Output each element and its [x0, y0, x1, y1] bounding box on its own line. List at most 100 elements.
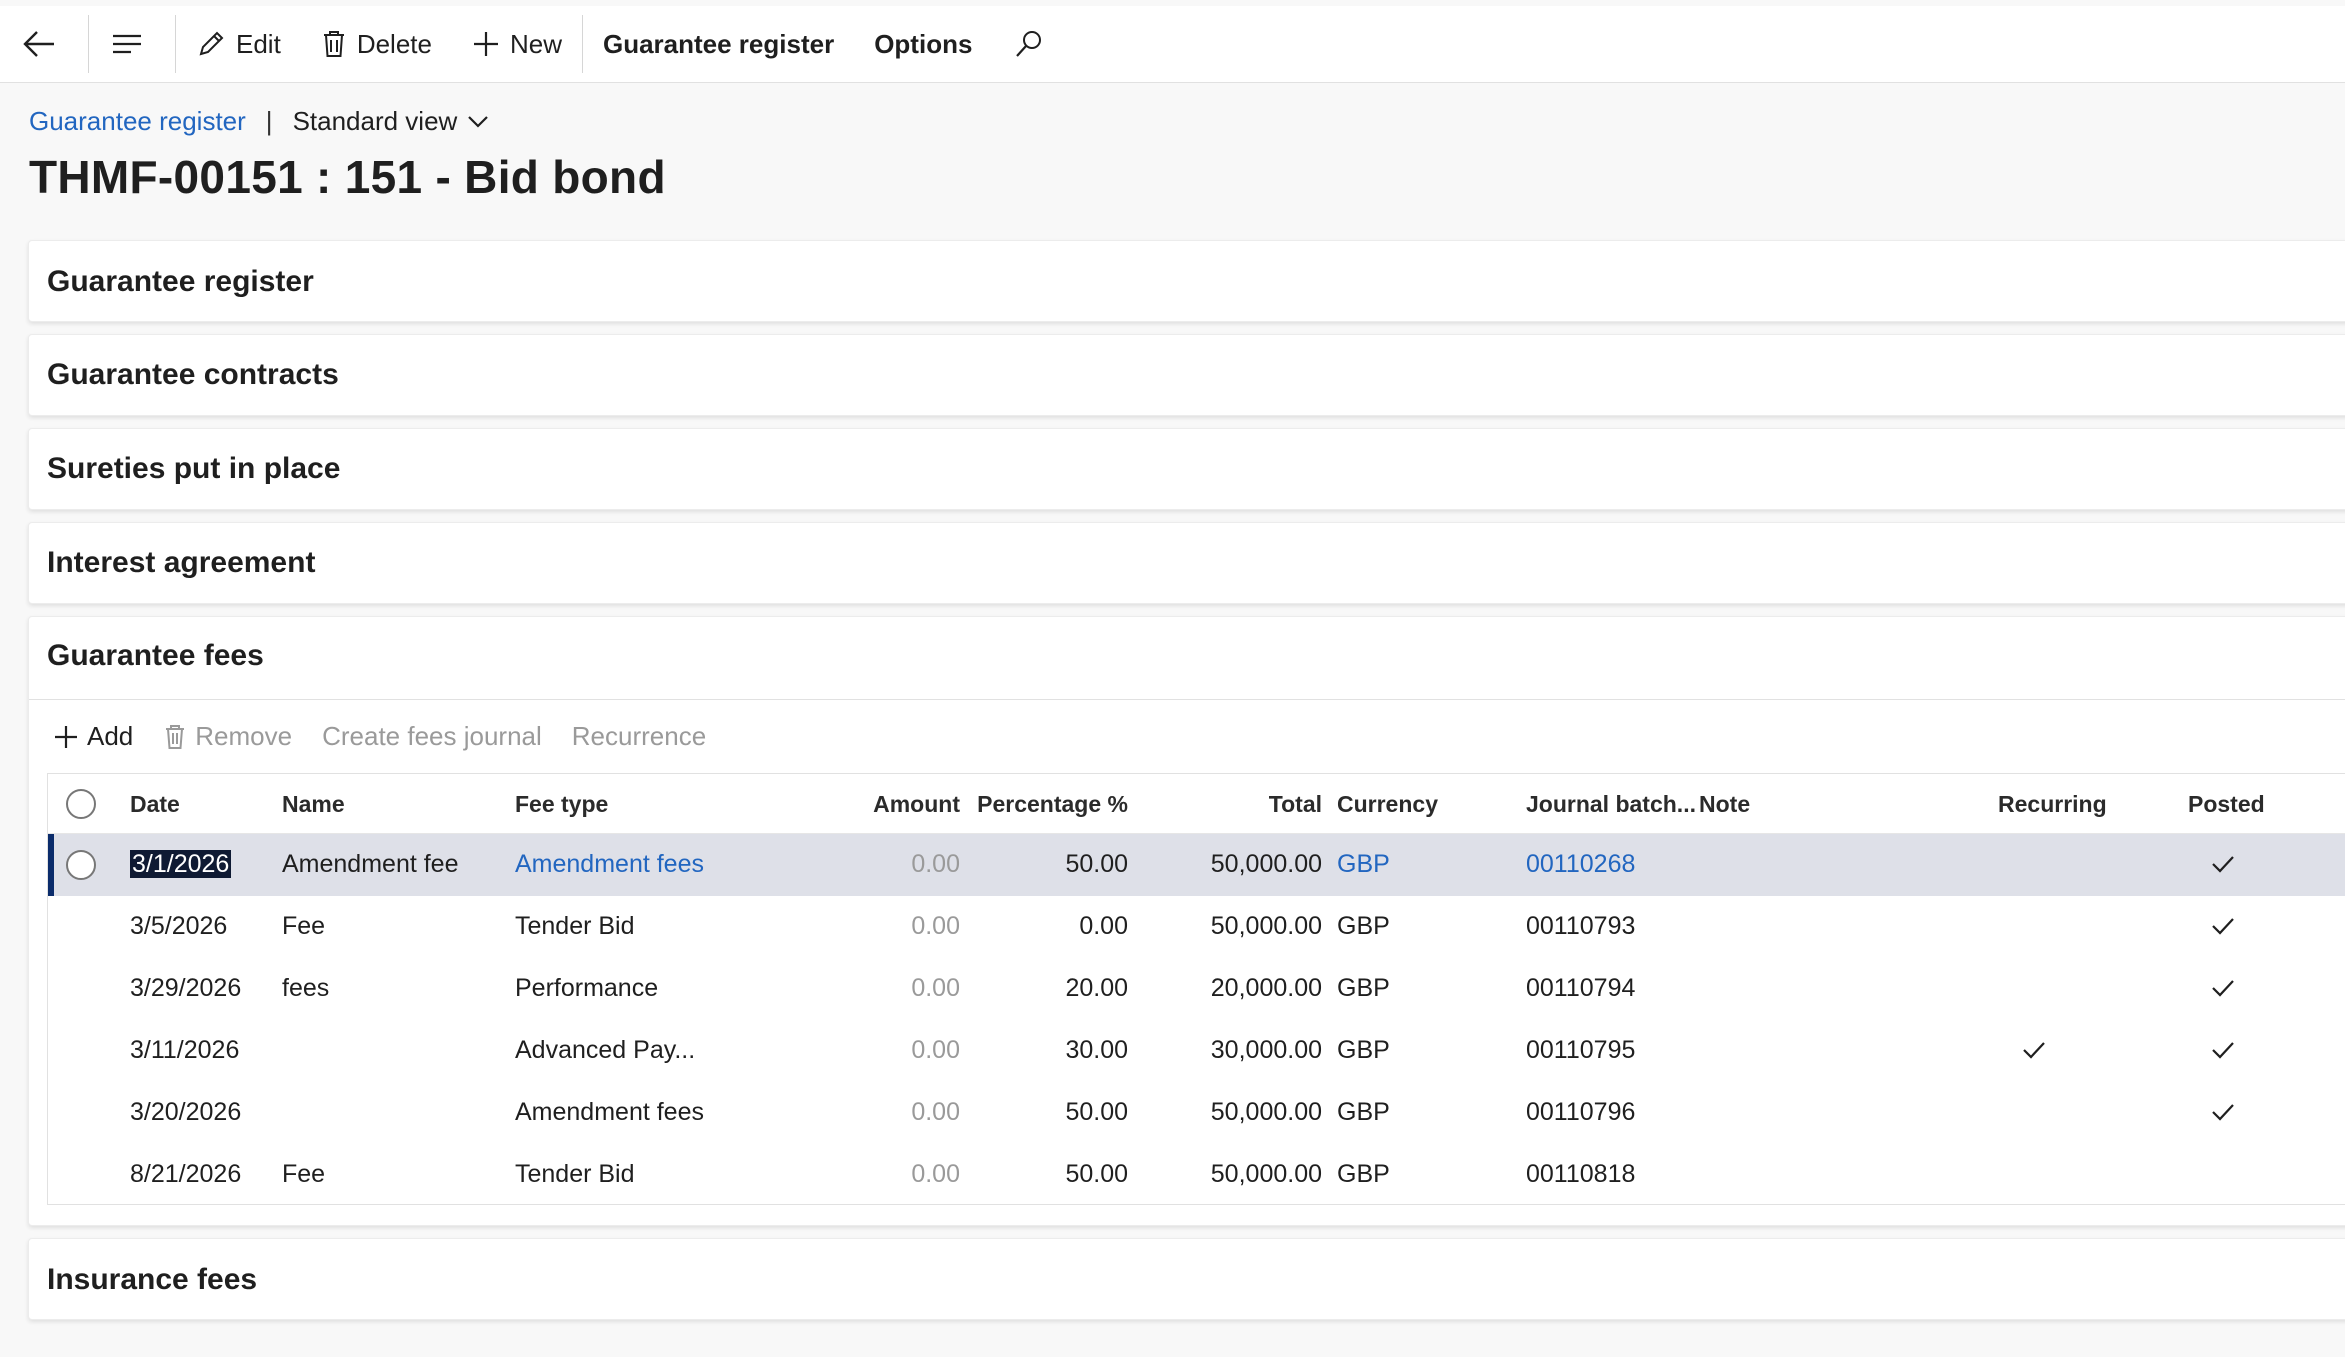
- remove-fee-button[interactable]: Remove: [163, 721, 292, 752]
- fee-type-cell[interactable]: Advanced Pay...: [515, 1036, 695, 1065]
- view-selector[interactable]: Standard view: [293, 106, 490, 137]
- section-interest-agreement[interactable]: Interest agreement: [28, 522, 2345, 604]
- date-cell[interactable]: 8/21/2026: [130, 1160, 241, 1189]
- date-cell[interactable]: 3/11/2026: [130, 1036, 239, 1065]
- menu-button[interactable]: [89, 6, 175, 83]
- percentage-cell[interactable]: 30.00: [968, 1036, 1128, 1065]
- guarantee-register-tab[interactable]: Guarantee register: [583, 6, 854, 83]
- currency-cell[interactable]: GBP: [1337, 1160, 1390, 1189]
- journal-batch-cell[interactable]: 00110794: [1526, 974, 1635, 1003]
- journal-batch-cell[interactable]: 00110793: [1526, 912, 1635, 941]
- table-row[interactable]: 3/11/2026 Advanced Pay... 0.00 30.00 30,000.…: [48, 1020, 2345, 1082]
- breadcrumb-link[interactable]: Guarantee register: [29, 106, 246, 137]
- section-guarantee-contracts[interactable]: Guarantee contracts: [28, 334, 2345, 416]
- name-cell[interactable]: Fee: [282, 912, 325, 941]
- journal-batch-cell[interactable]: 00110795: [1526, 1036, 1635, 1065]
- date-cell[interactable]: 3/29/2026: [130, 974, 241, 1003]
- add-label: Add: [87, 721, 134, 751]
- journal-batch-cell[interactable]: 00110818: [1526, 1160, 1635, 1189]
- table-row[interactable]: 8/21/2026 Fee Tender Bid 0.00 50.00 50,000.00…: [48, 1144, 2345, 1206]
- date-cell[interactable]: 3/1/2026: [130, 850, 232, 878]
- options-tab-label: Options: [874, 28, 973, 59]
- column-header-total[interactable]: Total: [1148, 791, 1322, 818]
- create-fees-journal-button[interactable]: Create fees journal: [322, 721, 542, 752]
- section-title: Guarantee register: [47, 265, 314, 298]
- name-cell[interactable]: Fee: [282, 1160, 325, 1189]
- section-insurance-fees[interactable]: Insurance fees: [28, 1238, 2345, 1320]
- column-header-amount[interactable]: Amount: [828, 791, 960, 818]
- column-header-fee-type[interactable]: Fee type: [515, 791, 608, 818]
- table-row[interactable]: 3/5/2026 Fee Tender Bid 0.00 0.00 50,000.00 GB…: [48, 896, 2345, 958]
- total-cell[interactable]: 50,000.00: [1148, 850, 1322, 879]
- select-all-radio[interactable]: [66, 789, 96, 819]
- back-button[interactable]: [0, 6, 88, 83]
- column-header-posted[interactable]: Posted: [2188, 791, 2265, 818]
- section-guarantee-register[interactable]: Guarantee register: [28, 240, 2345, 322]
- date-cell[interactable]: 3/20/2026: [130, 1098, 241, 1127]
- column-header-recurring[interactable]: Recurring: [1998, 791, 2107, 818]
- page-title: THMF-00151 : 151 - Bid bond: [29, 151, 666, 203]
- journal-batch-cell[interactable]: 00110268: [1526, 850, 1635, 879]
- percentage-cell[interactable]: 50.00: [968, 850, 1128, 879]
- fee-type-cell[interactable]: Amendment fees: [515, 850, 704, 879]
- fees-grid-toolbar: Add Remove Create fees journal Recurrenc…: [29, 699, 2345, 773]
- total-cell[interactable]: 20,000.00: [1148, 974, 1322, 1003]
- fee-type-cell[interactable]: Performance: [515, 974, 658, 1003]
- percentage-cell[interactable]: 0.00: [968, 912, 1128, 941]
- currency-cell[interactable]: GBP: [1337, 912, 1390, 941]
- posted-check-icon: [2211, 1102, 2235, 1127]
- name-cell[interactable]: fees: [282, 974, 329, 1003]
- amount-cell: 0.00: [911, 850, 960, 878]
- breadcrumb-separator: |: [265, 106, 273, 136]
- total-cell[interactable]: 30,000.00: [1148, 1036, 1322, 1065]
- edit-button[interactable]: Edit: [176, 6, 301, 83]
- amount-cell: 0.00: [911, 1036, 960, 1064]
- search-icon: [1016, 31, 1042, 57]
- percentage-cell[interactable]: 50.00: [968, 1098, 1128, 1127]
- section-title[interactable]: Guarantee fees: [47, 639, 264, 673]
- fee-type-cell[interactable]: Tender Bid: [515, 1160, 635, 1189]
- currency-cell[interactable]: GBP: [1337, 974, 1390, 1003]
- fee-type-cell[interactable]: Tender Bid: [515, 912, 635, 941]
- guarantee-register-tab-label: Guarantee register: [602, 28, 835, 59]
- total-cell[interactable]: 50,000.00: [1148, 1098, 1322, 1127]
- fees-grid: Date Name Fee type Amount Percentage % T…: [47, 773, 2345, 1205]
- recurrence-button[interactable]: Recurrence: [572, 721, 706, 752]
- row-select-radio[interactable]: [66, 850, 96, 880]
- breadcrumb: Guarantee register | Standard view: [29, 106, 489, 137]
- currency-cell[interactable]: GBP: [1337, 1098, 1390, 1127]
- table-row[interactable]: 3/1/2026 Amendment fee Amendment fees 0.00 5…: [48, 834, 2345, 896]
- column-header-date[interactable]: Date: [130, 791, 180, 818]
- amount-cell: 0.00: [911, 912, 960, 940]
- amount-cell: 0.00: [911, 1098, 960, 1126]
- total-cell[interactable]: 50,000.00: [1148, 1160, 1322, 1189]
- plus-icon: [55, 725, 77, 748]
- posted-check-icon: [2211, 854, 2235, 879]
- add-fee-button[interactable]: Add: [53, 721, 133, 752]
- options-tab[interactable]: Options: [854, 6, 992, 83]
- create-fees-journal-label: Create fees journal: [322, 721, 542, 751]
- currency-cell[interactable]: GBP: [1337, 1036, 1390, 1065]
- journal-batch-cell[interactable]: 00110796: [1526, 1098, 1635, 1127]
- section-sureties[interactable]: Sureties put in place: [28, 428, 2345, 510]
- fee-type-cell[interactable]: Amendment fees: [515, 1098, 704, 1127]
- delete-button[interactable]: Delete: [301, 6, 452, 83]
- table-row[interactable]: 3/29/2026 fees Performance 0.00 20.00 20,000.…: [48, 958, 2345, 1020]
- currency-cell[interactable]: GBP: [1337, 850, 1390, 879]
- plus-icon: [473, 32, 498, 56]
- total-cell[interactable]: 50,000.00: [1148, 912, 1322, 941]
- name-cell[interactable]: Amendment fee: [282, 850, 459, 879]
- column-header-name[interactable]: Name: [282, 791, 345, 818]
- date-cell[interactable]: 3/5/2026: [130, 912, 227, 941]
- column-header-percentage[interactable]: Percentage %: [968, 791, 1128, 818]
- column-header-currency[interactable]: Currency: [1337, 791, 1438, 818]
- grid-header: Date Name Fee type Amount Percentage % T…: [48, 774, 2345, 834]
- percentage-cell[interactable]: 20.00: [968, 974, 1128, 1003]
- new-button[interactable]: New: [452, 6, 582, 83]
- column-header-note[interactable]: Note: [1699, 791, 1750, 818]
- new-label: New: [509, 28, 562, 59]
- search-button[interactable]: [992, 6, 1076, 83]
- percentage-cell[interactable]: 50.00: [968, 1160, 1128, 1189]
- column-header-journal-batch[interactable]: Journal batch...: [1526, 791, 1696, 818]
- table-row[interactable]: 3/20/2026 Amendment fees 0.00 50.00 50,000.0…: [48, 1082, 2345, 1144]
